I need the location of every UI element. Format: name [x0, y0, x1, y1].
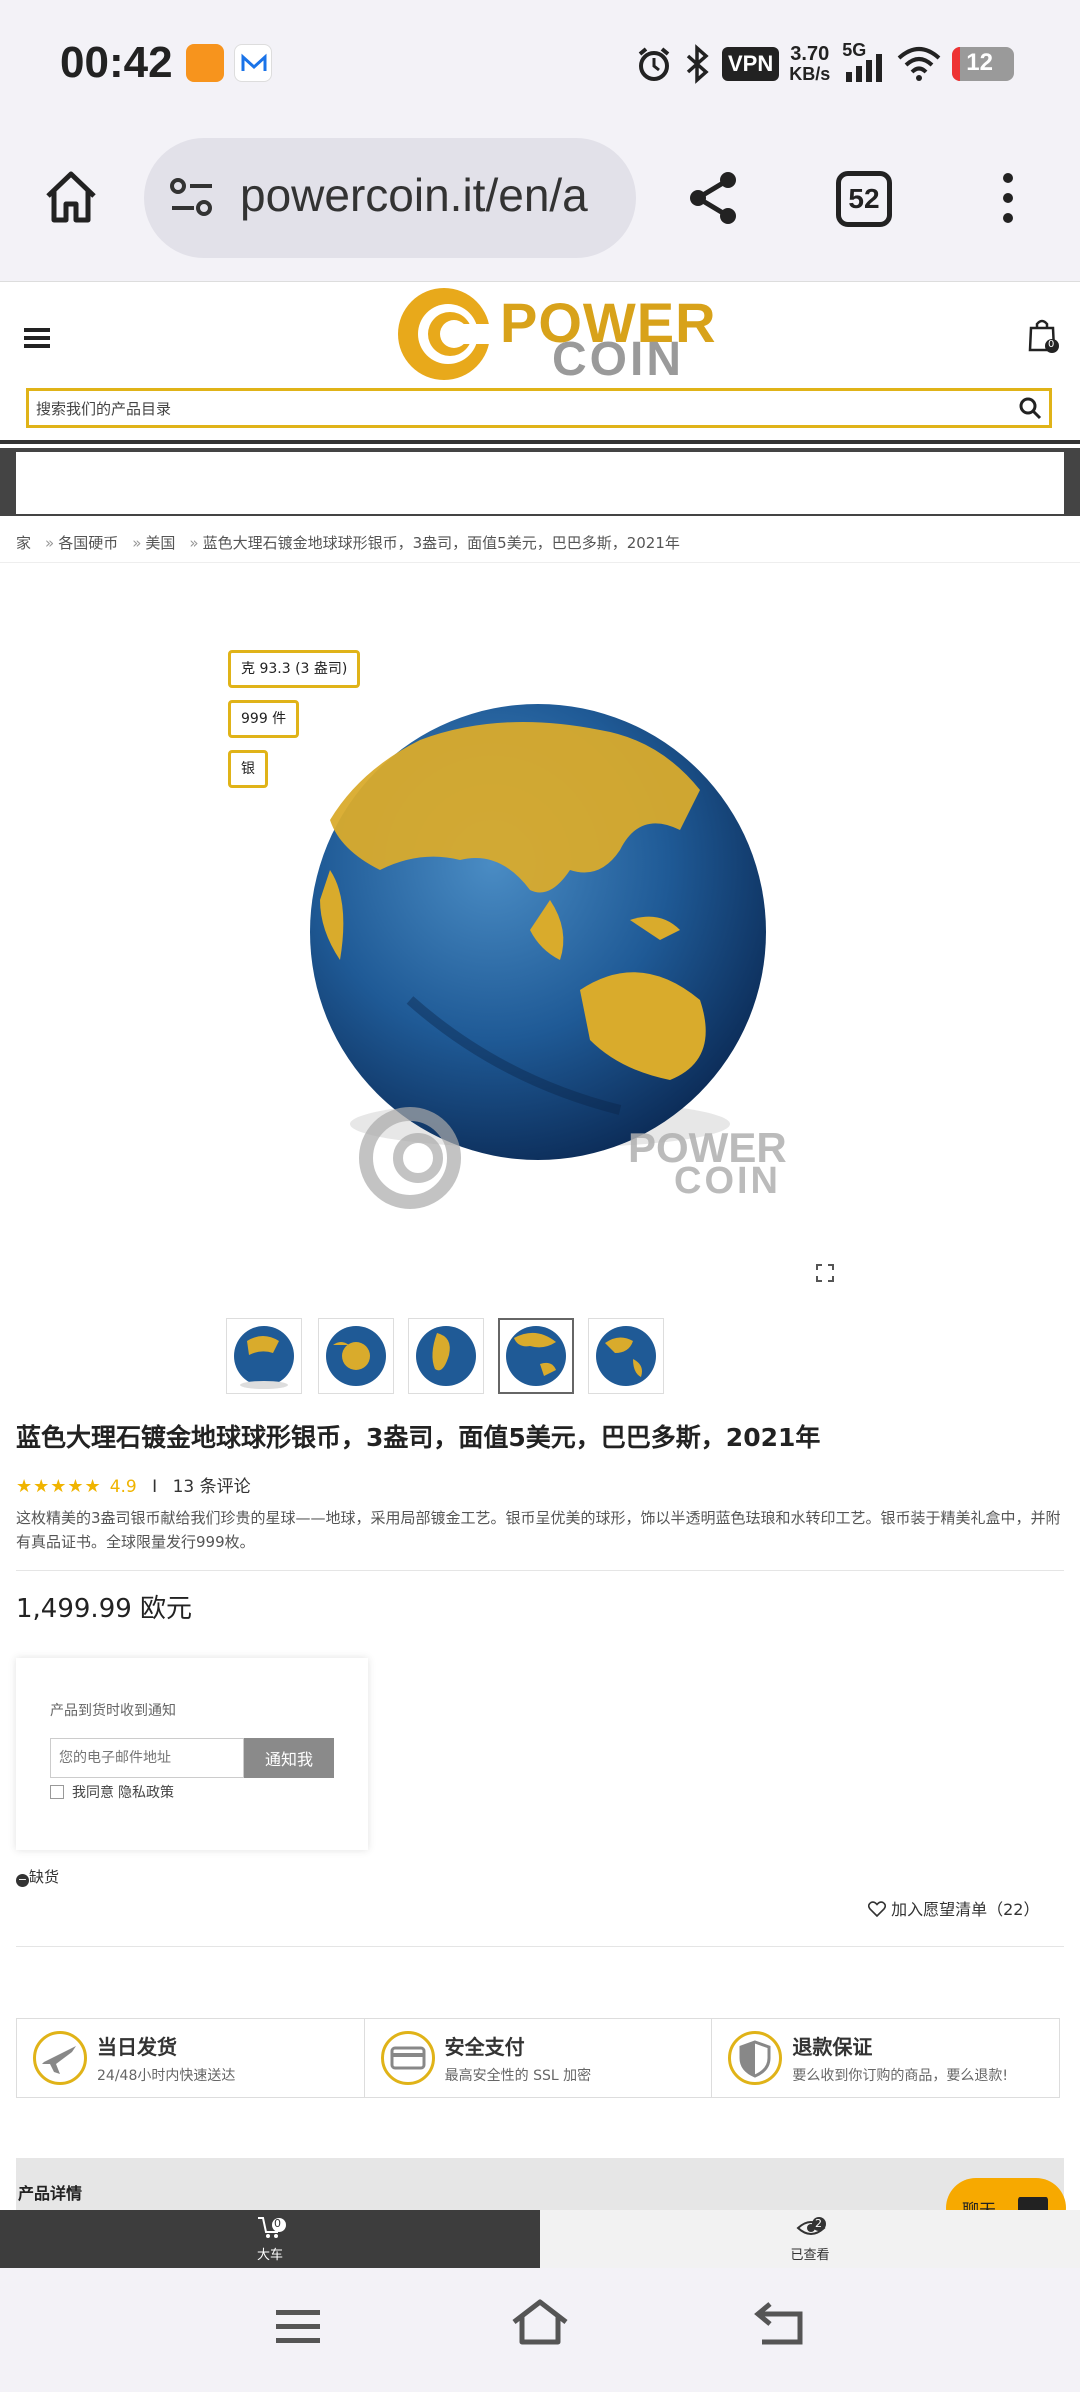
nav-viewed-count: 2 [815, 2217, 822, 2230]
cart-icon [258, 2217, 286, 2238]
system-home-icon [512, 2299, 568, 2345]
app-notification-icon [186, 44, 224, 82]
vpn-badge: VPN [722, 47, 780, 81]
home-button[interactable] [42, 168, 100, 226]
bottom-nav: 0 大车 2 已查看 [0, 2210, 1080, 2268]
product-description: 这枚精美的3盎司银币献给我们珍贵的星球——地球，采用局部镀金工艺。银币呈优美的球… [16, 1509, 1061, 1551]
nav-viewed[interactable]: 2 已查看 [540, 2210, 1080, 2268]
recents-button[interactable] [274, 2306, 322, 2346]
net-speed-value: 3.70 [790, 43, 830, 65]
signal-icon [846, 54, 883, 82]
search-icon [1019, 397, 1042, 420]
rating-divider: I [152, 1477, 158, 1497]
notify-label: 产品到货时收到通知 [50, 1703, 176, 1719]
product-price: 1,499.99 欧元 [16, 1594, 193, 1624]
battery-indicator: 12 [952, 47, 1015, 81]
mintage-tag: 999 件 [228, 700, 300, 738]
logo-mark-icon [398, 288, 496, 380]
out-of-stock-icon: − [16, 1873, 29, 1887]
url-text[interactable]: powercoin.it/en/a [240, 168, 610, 222]
promo-banner [16, 452, 1064, 514]
breadcrumb-home[interactable]: 家 [16, 534, 31, 552]
thumbnail-4[interactable] [498, 1318, 574, 1394]
mail-notification-icon [234, 44, 272, 82]
rating-stars: ★★★★★ [16, 1476, 102, 1497]
credit-card-icon [380, 2031, 435, 2085]
header-divider [0, 440, 1080, 444]
share-icon [690, 172, 736, 224]
nav-cart[interactable]: 0 大车 [0, 2210, 540, 2268]
thumbnail-2[interactable] [318, 1318, 394, 1394]
wishlist-button[interactable]: 加入愿望清单（22） [867, 1896, 1039, 1920]
feature-refund: 退款保证 要么收到你订购的商品，要么退款! [712, 2019, 1059, 2097]
divider [16, 1946, 1064, 1947]
share-button[interactable] [684, 168, 744, 228]
weight-tag: 克 93.3 (3 盎司) [228, 650, 361, 688]
wifi-icon [897, 47, 941, 81]
feature-payment: 安全支付 最高安全性的 SSL 加密 [365, 2019, 713, 2097]
breadcrumb-current: 蓝色大理石镀金地球球形银币，3盎司，面值5美元，巴巴多斯，2021年 [202, 534, 680, 552]
net-speed-unit: KB/s [789, 64, 831, 84]
breadcrumb: 家» 各国硬币» 美国» 蓝色大理石镀金地球球形银币，3盎司，面值5美元，巴巴多斯，2… [16, 534, 680, 552]
metal-tag: 银 [228, 750, 268, 788]
home-icon [46, 171, 96, 223]
nav-cart-count: 0 [274, 2217, 281, 2230]
expand-icon [816, 1264, 834, 1282]
product-details-label: 产品详情 [18, 2184, 83, 2203]
product-image[interactable] [300, 700, 860, 1300]
notify-button[interactable]: 通知我 [244, 1738, 334, 1778]
airplane-icon [33, 2031, 87, 2085]
nav-cart-label: 大车 [256, 2248, 283, 2263]
back-icon [754, 2302, 803, 2345]
status-icons: VPN 3.70 KB/s 5G 12 [634, 40, 1015, 88]
product-title: 蓝色大理石镀金地球球形银币，3盎司，面值5美元，巴巴多斯，2021年 [16, 1423, 821, 1452]
agree-checkbox[interactable] [50, 1785, 64, 1799]
breadcrumb-divider [0, 562, 1080, 563]
tab-switcher-button[interactable]: 52 [836, 171, 892, 227]
thumbnail-3[interactable] [408, 1318, 484, 1394]
search-input[interactable] [26, 388, 1052, 428]
rating-row: ★★★★★ 4.9 I 13 条评论 [16, 1472, 251, 1497]
recents-icon [276, 2310, 320, 2343]
agree-row: 我同意 隐私政策 [50, 1782, 174, 1802]
status-time: 00:42 [60, 38, 173, 87]
search-button[interactable] [1018, 396, 1042, 420]
breadcrumb-usa[interactable]: 美国 [145, 534, 175, 552]
shield-icon [728, 2031, 783, 2085]
search-placeholder: 搜索我们的产品目录 [36, 400, 172, 418]
tab-product-details[interactable] [16, 2158, 1064, 2210]
privacy-link[interactable]: 隐私政策 [118, 1782, 174, 1802]
agree-text: 我同意 [72, 1785, 114, 1801]
zoom-button[interactable] [816, 1264, 834, 1282]
menu-icon [24, 328, 50, 348]
rating-value: 4.9 [109, 1477, 137, 1497]
hamburger-menu-button[interactable] [24, 326, 50, 350]
heart-icon [867, 1901, 887, 1918]
feature-shipping: 当日发货 24/48小时内快速送达 [17, 2019, 365, 2097]
breadcrumb-world-coins[interactable]: 各国硬币 [58, 534, 118, 552]
email-field[interactable] [50, 1738, 244, 1778]
cart-button[interactable]: 0 [1026, 318, 1060, 354]
bluetooth-icon [686, 44, 709, 84]
more-vertical-icon [1003, 173, 1013, 223]
shopping-bag-icon [1028, 319, 1059, 353]
thumbnail-5[interactable] [588, 1318, 664, 1394]
back-button[interactable] [754, 2300, 806, 2348]
cart-count-badge: 0 [1048, 339, 1055, 350]
divider [16, 1570, 1064, 1571]
alarm-icon [638, 47, 670, 81]
browser-menu-button[interactable] [994, 170, 1022, 226]
watermark-coin: COIN [674, 1160, 781, 1202]
site-settings-icon[interactable] [168, 176, 216, 220]
logo-text-coin: COIN [552, 333, 684, 386]
system-home-button[interactable] [510, 2296, 570, 2348]
nav-viewed-label: 已查看 [790, 2248, 830, 2263]
availability-status: − 缺货 [16, 1868, 60, 1887]
thumbnail-1[interactable] [226, 1318, 302, 1394]
reviews-link[interactable]: 13 条评论 [173, 1477, 251, 1497]
feature-strip: 当日发货 24/48小时内快速送达 安全支付 最高安全性的 SSL 加密 退款保… [16, 2018, 1060, 2098]
